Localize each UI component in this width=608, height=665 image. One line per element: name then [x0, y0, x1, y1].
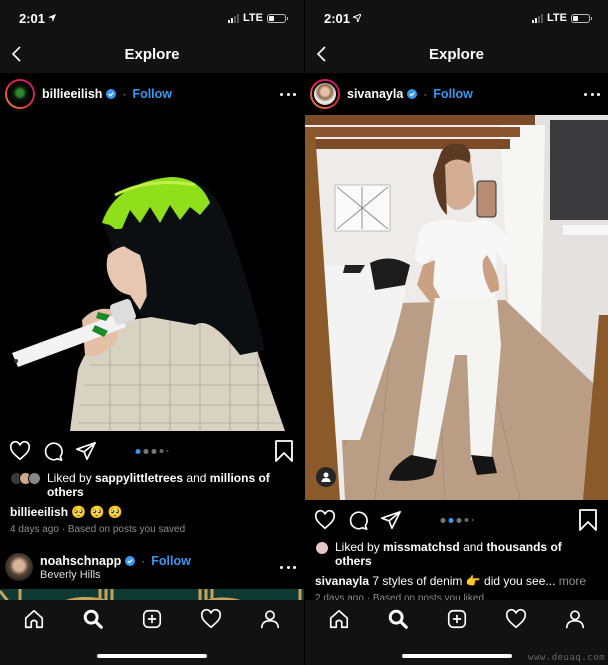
separator-dot: · — [423, 87, 428, 101]
search-icon[interactable] — [387, 608, 409, 630]
network-label: LTE — [547, 12, 567, 24]
person-icon[interactable] — [564, 608, 586, 630]
tagged-people-icon[interactable] — [316, 467, 336, 487]
heart-icon[interactable] — [200, 608, 222, 630]
network-label: LTE — [243, 12, 263, 24]
verified-badge-icon — [106, 89, 117, 99]
page-title: Explore — [124, 46, 180, 63]
status-indicators: LTE — [228, 12, 288, 24]
liker-username[interactable]: missmatchsd — [383, 540, 460, 554]
heart-icon[interactable] — [314, 509, 336, 531]
back-chevron-icon[interactable] — [10, 45, 24, 63]
avatar[interactable] — [5, 79, 35, 109]
heart-icon[interactable] — [505, 608, 527, 630]
post-photo[interactable] — [305, 115, 608, 500]
bottom-tab-bar — [0, 600, 304, 665]
avatar[interactable] — [310, 79, 340, 109]
post-location[interactable]: Beverly Hills — [40, 569, 280, 581]
comment-icon[interactable] — [347, 509, 369, 531]
location-arrow-icon — [353, 14, 362, 22]
photo-sivanayla — [305, 115, 608, 500]
follow-button[interactable]: Follow — [151, 554, 191, 568]
separator-dot: · — [141, 553, 146, 568]
more-options-icon[interactable] — [584, 92, 600, 96]
follow-button[interactable]: Follow — [132, 87, 172, 101]
nav-bar: Explore — [0, 36, 304, 73]
plus-square-icon[interactable] — [141, 608, 163, 630]
comment-icon[interactable] — [42, 440, 64, 462]
search-icon[interactable] — [82, 608, 104, 630]
more-options-icon[interactable] — [280, 565, 296, 569]
status-time: 2:01 — [324, 10, 362, 26]
post-caption: sivanayla 7 styles of denim 👉 did you se… — [305, 568, 608, 588]
carousel-indicator — [135, 448, 169, 454]
back-chevron-icon[interactable] — [315, 45, 329, 63]
share-icon[interactable] — [75, 440, 97, 462]
status-indicators: LTE — [532, 12, 592, 24]
location-arrow-icon — [48, 14, 57, 22]
clock: 2:01 — [324, 10, 351, 26]
bookmark-icon[interactable] — [274, 440, 294, 462]
status-bar: 2:01 LTE — [0, 0, 304, 36]
post-photo[interactable] — [0, 115, 304, 431]
page-title: Explore — [428, 46, 485, 63]
post-timestamp: 4 days ago · Based on posts you saved — [10, 524, 186, 535]
photo-billie — [12, 176, 285, 431]
status-bar: 2:01 LTE — [305, 0, 608, 36]
watermark: www.deuaq.com — [528, 653, 605, 663]
post-header: billieeilish · Follow — [0, 73, 304, 115]
heart-icon[interactable] — [9, 440, 31, 462]
post-caption: billieeilish 🥺 🥺 🥺 — [0, 499, 304, 519]
share-icon[interactable] — [380, 509, 402, 531]
separator-dot: · — [122, 87, 127, 101]
home-icon[interactable] — [328, 608, 350, 630]
liker-avatars — [315, 541, 329, 555]
more-options-icon[interactable] — [280, 92, 296, 96]
home-icon[interactable] — [23, 608, 45, 630]
caption-text: 7 styles of denim 👉 did you see... — [369, 574, 556, 588]
caption-text: 🥺 🥺 🥺 — [71, 505, 123, 519]
phone-screen-left: 2:01 LTE Explore billieeilish · Follow L… — [0, 0, 304, 665]
caption-username[interactable]: sivanayla — [315, 574, 369, 588]
username-link[interactable]: sivanayla — [347, 87, 403, 101]
post-actions — [305, 500, 608, 540]
caption-username[interactable]: billieeilish — [10, 505, 68, 519]
post-header: sivanayla · Follow — [305, 73, 608, 115]
likes-summary: Liked by sappylittletrees and millions o… — [0, 471, 304, 499]
verified-badge-icon — [125, 555, 136, 566]
home-indicator[interactable] — [97, 654, 207, 658]
carousel-indicator — [440, 517, 473, 523]
bottom-tab-bar: www.deuaq.com — [305, 600, 608, 665]
liker-username[interactable]: sappylittletrees — [95, 471, 183, 485]
next-post-header: noahschnapp · Follow Beverly Hills — [0, 545, 304, 589]
liker-avatars — [10, 472, 41, 485]
status-time: 2:01 — [19, 10, 57, 26]
home-indicator[interactable] — [402, 654, 512, 658]
signal-icon — [532, 13, 544, 23]
nav-bar: Explore — [305, 36, 608, 73]
more-link[interactable]: more — [555, 574, 586, 588]
follow-button[interactable]: Follow — [433, 87, 473, 101]
likes-summary: Liked by missmatchsd and thousands of ot… — [305, 540, 608, 568]
avatar[interactable] — [5, 553, 33, 581]
phone-screen-right: 2:01 LTE Explore sivanayla · Follow Like… — [304, 0, 608, 665]
plus-square-icon[interactable] — [446, 608, 468, 630]
post-actions — [0, 431, 304, 471]
battery-icon — [267, 13, 288, 23]
person-icon[interactable] — [259, 608, 281, 630]
bookmark-icon[interactable] — [578, 509, 598, 531]
verified-badge-icon — [407, 89, 418, 99]
signal-icon — [228, 13, 240, 23]
clock: 2:01 — [19, 10, 46, 26]
battery-icon — [571, 13, 592, 23]
username-link[interactable]: noahschnapp — [40, 554, 121, 568]
username-link[interactable]: billieeilish — [42, 87, 102, 101]
